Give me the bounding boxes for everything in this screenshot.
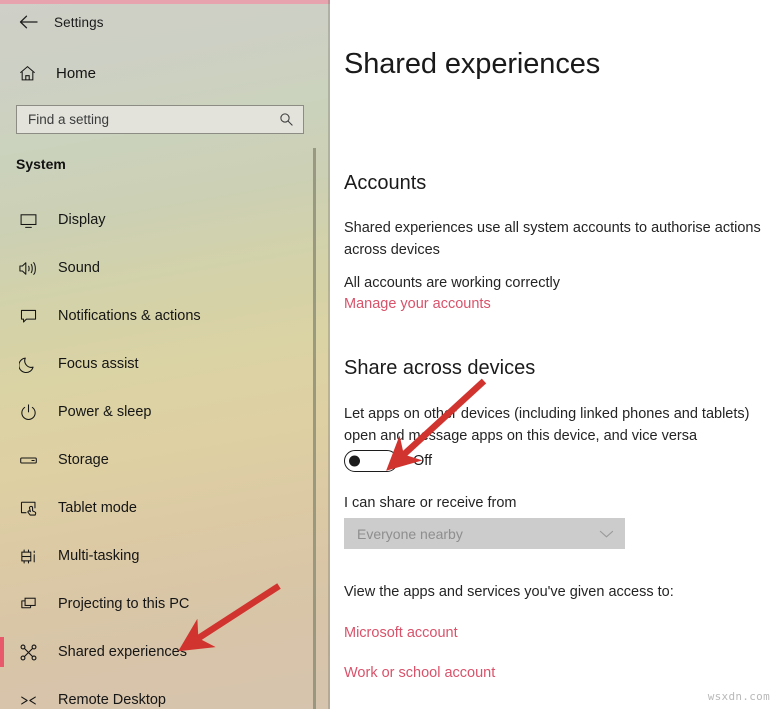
home-label: Home — [56, 64, 97, 82]
power-icon — [16, 400, 40, 424]
search-input[interactable]: Find a setting — [16, 105, 304, 134]
accounts-description: Shared experiences use all system accoun… — [344, 220, 761, 258]
given-access-label: View the apps and services you've given … — [344, 584, 674, 600]
manage-your-accounts-link[interactable]: Manage your accounts — [344, 296, 491, 312]
toggle-knob — [349, 455, 360, 467]
share-across-devices-heading: Share across devices — [344, 357, 536, 379]
accounts-status-text: All accounts are working correctly — [344, 275, 560, 291]
moon-icon — [16, 352, 40, 376]
page-title: Shared experiences — [344, 48, 601, 80]
search-placeholder: Find a setting — [28, 112, 110, 127]
watermark: wsxdn.com — [707, 690, 770, 703]
sidebar-item-tablet-mode[interactable]: Tablet mode — [0, 484, 312, 532]
sidebar-item-label: Projecting to this PC — [58, 596, 190, 612]
sidebar: Settings Home Find a setting System Disp… — [0, 0, 330, 709]
work-or-school-account-link[interactable]: Work or school account — [344, 665, 495, 681]
sidebar-item-label: Storage — [58, 452, 109, 468]
share-nodes-icon — [16, 640, 40, 664]
sidebar-item-focus-assist[interactable]: Focus assist — [0, 340, 312, 388]
main-content: Shared experiences Accounts Shared exper… — [330, 0, 778, 709]
share-from-label: I can share or receive from — [344, 495, 517, 511]
sidebar-item-notifications[interactable]: Notifications & actions — [0, 292, 312, 340]
home-icon — [16, 62, 38, 84]
toggle-state-label: Off — [413, 453, 433, 469]
remote-desktop-icon — [16, 688, 40, 709]
sidebar-item-label: Remote Desktop — [58, 692, 166, 708]
sidebar-scrollbar[interactable] — [313, 148, 316, 709]
notification-icon — [16, 304, 40, 328]
sidebar-item-label: Notifications & actions — [58, 308, 201, 324]
speaker-icon — [16, 256, 40, 280]
accounts-section-heading: Accounts — [344, 172, 427, 194]
share-toggle[interactable] — [344, 450, 398, 472]
chevron-down-icon — [598, 526, 614, 542]
sidebar-item-remote-desktop[interactable]: Remote Desktop — [0, 676, 312, 709]
sidebar-group-title: System — [16, 156, 66, 172]
tablet-touch-icon — [16, 496, 40, 520]
share-from-dropdown[interactable]: Everyone nearby — [344, 518, 625, 549]
search-icon[interactable] — [278, 111, 295, 128]
monitor-icon — [16, 208, 40, 232]
share-from-value: Everyone nearby — [357, 525, 463, 542]
sidebar-item-label: Multi-tasking — [58, 548, 140, 564]
back-arrow-icon[interactable] — [8, 7, 48, 37]
sidebar-nav-list: Display Sound Notifications & actions Fo… — [0, 196, 312, 709]
sidebar-item-display[interactable]: Display — [0, 196, 312, 244]
sidebar-item-label: Shared experiences — [58, 644, 187, 660]
window-title: Settings — [54, 14, 104, 30]
multitasking-icon — [16, 544, 40, 568]
selection-indicator — [0, 637, 4, 667]
sidebar-item-label: Power & sleep — [58, 404, 152, 420]
title-bar: Settings — [0, 4, 330, 40]
sidebar-item-sound[interactable]: Sound — [0, 244, 312, 292]
sidebar-item-label: Display — [58, 212, 106, 228]
share-across-devices-description: Let apps on other devices (including lin… — [344, 406, 750, 444]
project-screen-icon — [16, 592, 40, 616]
settings-window: Settings Home Find a setting System Disp… — [0, 0, 778, 709]
sidebar-item-shared-experiences[interactable]: Shared experiences — [0, 628, 312, 676]
sidebar-item-label: Tablet mode — [58, 500, 137, 516]
sidebar-item-label: Focus assist — [58, 356, 139, 372]
sidebar-item-label: Sound — [58, 260, 100, 276]
sidebar-item-multi-tasking[interactable]: Multi-tasking — [0, 532, 312, 580]
drive-icon — [16, 448, 40, 472]
sidebar-item-home[interactable]: Home — [0, 58, 300, 88]
share-toggle-row: Off — [344, 450, 432, 472]
sidebar-item-projecting[interactable]: Projecting to this PC — [0, 580, 312, 628]
microsoft-account-link[interactable]: Microsoft account — [344, 625, 458, 641]
sidebar-item-storage[interactable]: Storage — [0, 436, 312, 484]
sidebar-item-power-sleep[interactable]: Power & sleep — [0, 388, 312, 436]
